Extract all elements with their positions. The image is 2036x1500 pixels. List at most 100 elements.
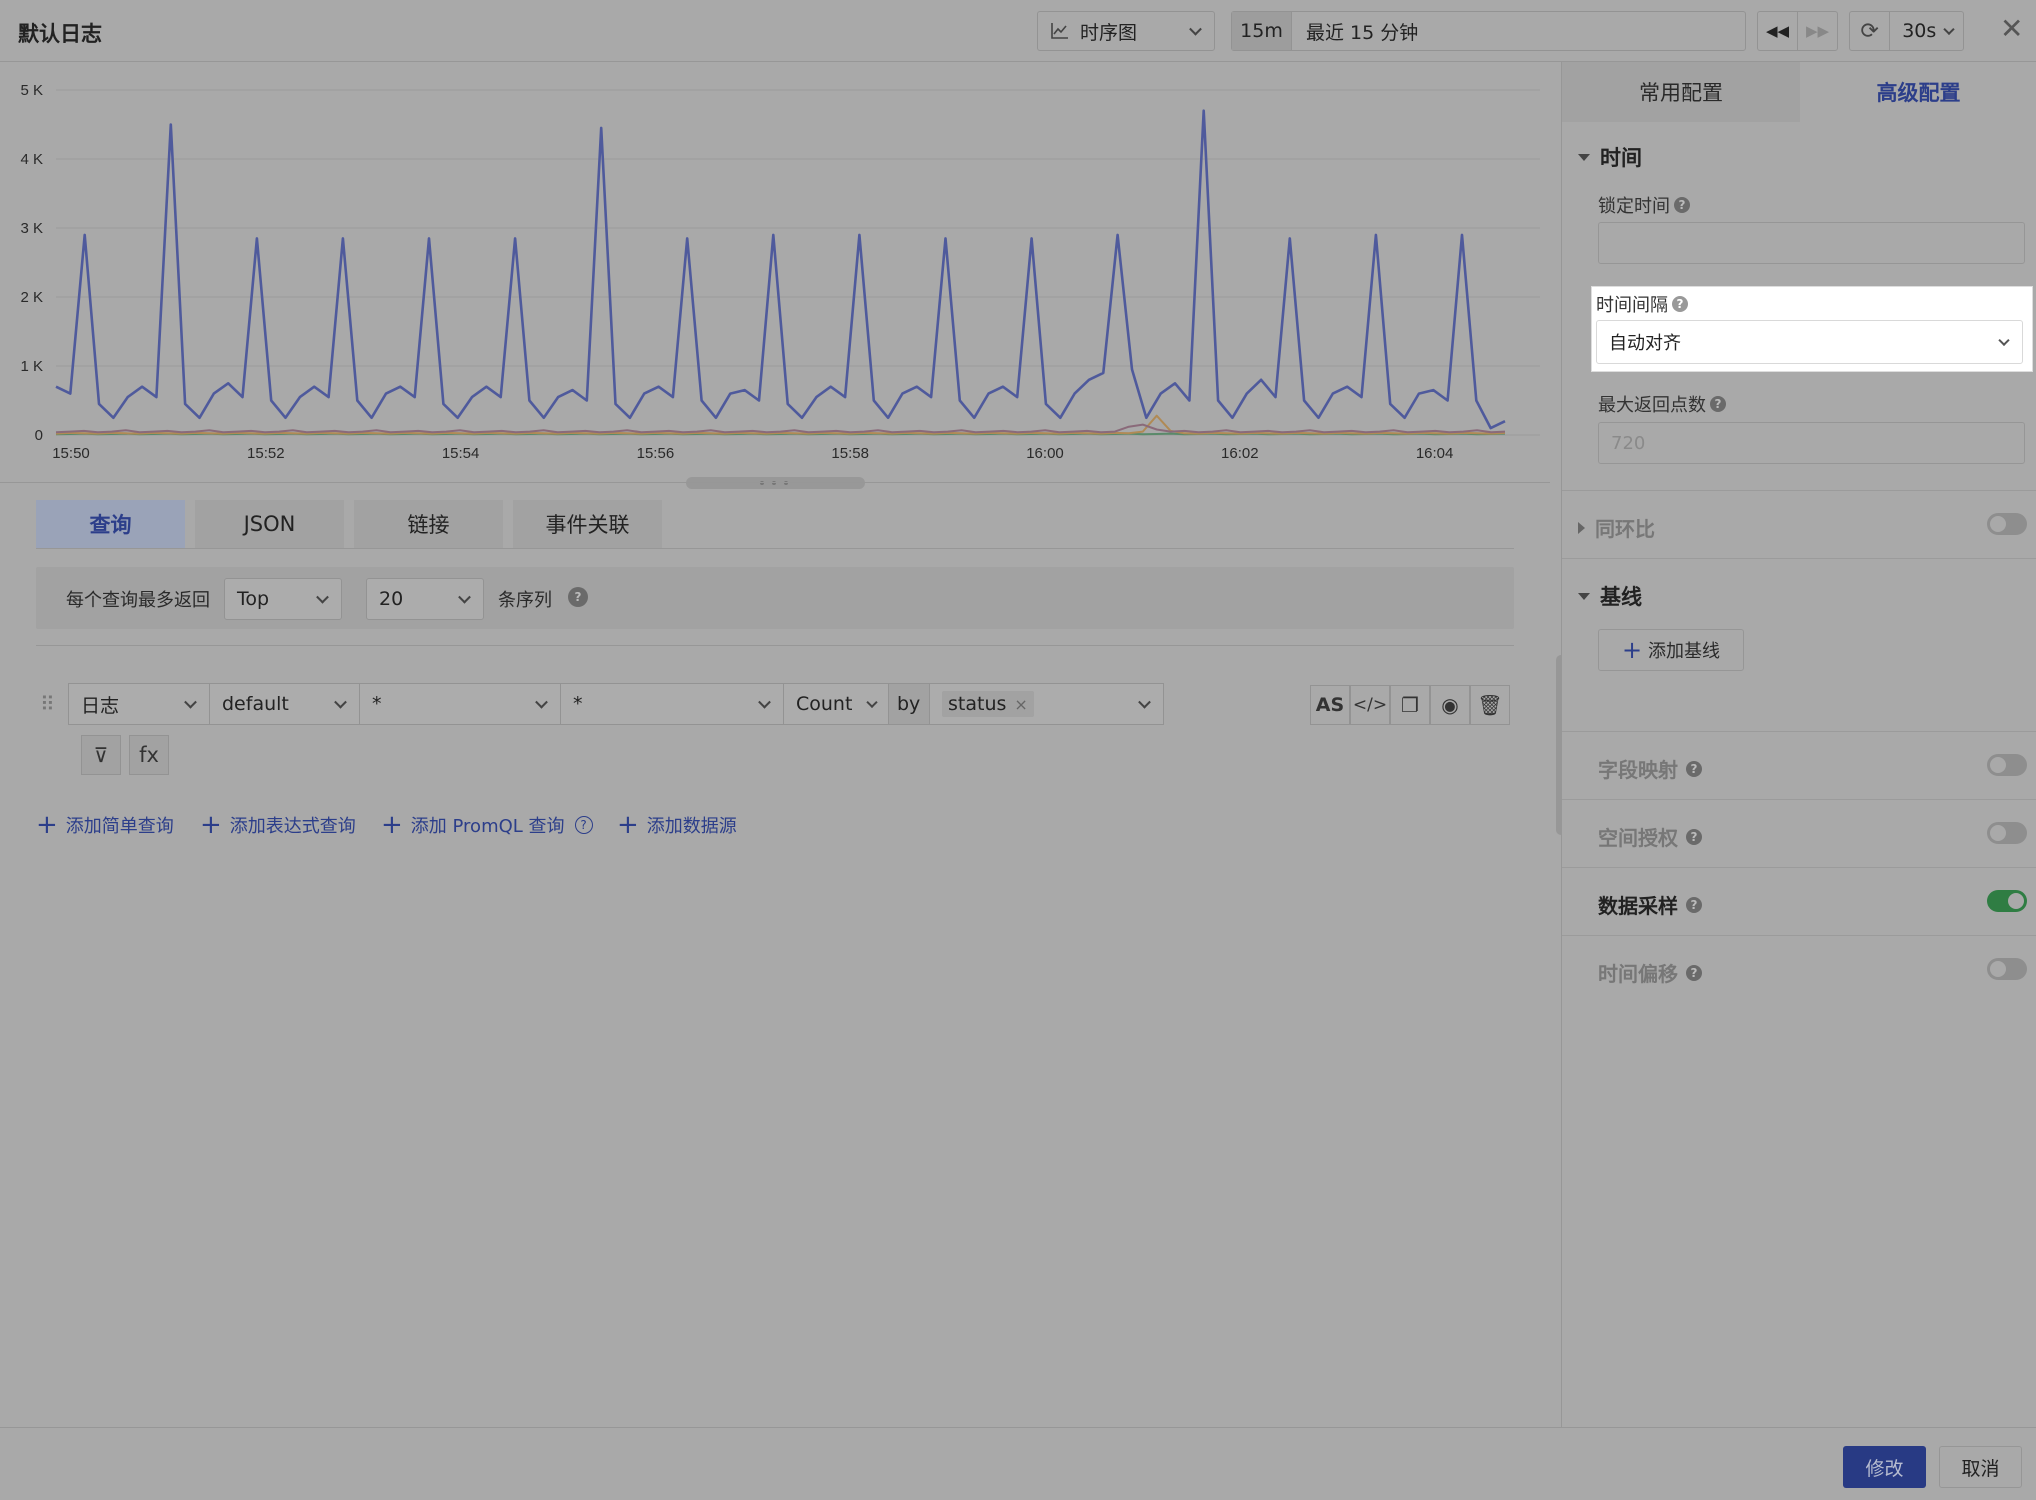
index-value: default xyxy=(222,693,289,715)
series-line xyxy=(55,109,1506,430)
x-tick-label: 16:04 xyxy=(1416,445,1454,462)
eye-icon[interactable]: ◉ xyxy=(1430,685,1470,725)
space-auth-text: 空间授权 xyxy=(1598,826,1678,850)
help-icon[interactable]: ? xyxy=(1686,760,1702,777)
help-icon[interactable]: ? xyxy=(1672,296,1688,312)
x-tick-label: 15:54 xyxy=(442,445,480,462)
help-icon[interactable]: ? xyxy=(568,587,588,607)
x-tick-label: 15:52 xyxy=(247,445,285,462)
code-icon[interactable]: </> xyxy=(1350,685,1390,725)
add-promql-query-link[interactable]: + 添加 PromQL 查询? xyxy=(381,812,593,838)
order-select[interactable]: Top xyxy=(224,578,342,620)
rewind-icon[interactable]: ◀◀ xyxy=(1758,12,1797,50)
help-icon[interactable]: ? xyxy=(1710,396,1726,412)
tab-query[interactable]: 查询 xyxy=(36,500,185,548)
cancel-button[interactable]: 取消 xyxy=(1939,1446,2022,1488)
modal-header: 默认日志 时序图 15m 最近 15 分钟 ◀◀ ▶▶ ⟳ 30s ✕ xyxy=(0,0,2036,62)
function-button[interactable]: fx xyxy=(129,735,169,775)
interval-label: 时间间隔? xyxy=(1596,291,1688,317)
add-datasource-link[interactable]: + 添加数据源 xyxy=(617,812,737,838)
chevron-down-icon xyxy=(866,696,878,709)
field-select[interactable]: * xyxy=(560,683,784,725)
yoy-header[interactable]: 同环比 xyxy=(1578,513,1655,542)
filter-select[interactable]: * xyxy=(359,683,561,725)
tab-advanced-config[interactable]: 高级配置 xyxy=(1800,62,2036,122)
section-field-mapping: 字段映射? xyxy=(1562,731,2036,799)
baseline-title: 基线 xyxy=(1600,585,1642,609)
y-tick-label: 0 xyxy=(35,427,43,444)
timeseries-chart: 5 K 4 K 3 K 2 K 1 K 0 15:50 15:52 15:54 15:56 15:5… xyxy=(0,62,1561,482)
help-icon[interactable]: ? xyxy=(1686,896,1702,913)
interval-select[interactable]: 自动对齐 xyxy=(1596,320,2023,364)
space-auth-toggle[interactable] xyxy=(1987,822,2027,844)
y-tick-label: 1 K xyxy=(20,358,43,375)
tab-json[interactable]: JSON xyxy=(195,500,344,548)
drag-handle-icon[interactable]: ⠿ xyxy=(40,692,55,716)
yoy-toggle[interactable] xyxy=(1987,513,2027,535)
help-icon[interactable]: ? xyxy=(1686,964,1702,981)
tag-remove-icon[interactable]: × xyxy=(1014,695,1027,714)
y-tick-label: 2 K xyxy=(20,289,43,306)
group-by-tag-label: status xyxy=(948,693,1007,715)
caret-right-icon xyxy=(1578,521,1585,534)
fast-forward-icon[interactable]: ▶▶ xyxy=(1798,12,1837,50)
add-simple-query-link[interactable]: + 添加简单查询 xyxy=(36,812,174,838)
data-sampling-toggle[interactable] xyxy=(1987,890,2027,912)
section-time-header[interactable]: 时间 xyxy=(1578,142,1642,172)
refresh-icon[interactable]: ⟳ xyxy=(1850,12,1889,50)
caret-down-icon xyxy=(1578,153,1590,161)
query-limit-suffix: 条序列 xyxy=(498,590,552,611)
field-mapping-toggle[interactable] xyxy=(1987,754,2027,776)
time-offset-toggle[interactable] xyxy=(1987,958,2027,980)
query-limit-prefix: 每个查询最多返回 xyxy=(66,590,210,611)
trash-icon[interactable]: 🗑 xyxy=(1470,685,1510,725)
tab-event-correlation[interactable]: 事件关联 xyxy=(513,500,662,548)
max-points-input[interactable]: 720 xyxy=(1598,422,2025,464)
add-simple-query-label: 添加简单查询 xyxy=(65,816,174,837)
group-by-select[interactable]: status × xyxy=(929,683,1164,725)
time-nav-group: ◀◀ ▶▶ xyxy=(1757,11,1838,51)
filter-icon[interactable]: ⊽ xyxy=(81,735,121,775)
interval-value: 自动对齐 xyxy=(1609,333,1681,354)
query-limit-bar: 每个查询最多返回 Top 20 条序列 ? xyxy=(36,567,1514,629)
tab-common-config[interactable]: 常用配置 xyxy=(1562,62,1800,122)
refresh-interval-select[interactable]: 30s xyxy=(1890,12,1963,50)
interval-label-text: 时间间隔 xyxy=(1596,295,1668,316)
chevron-down-icon xyxy=(1998,334,2010,347)
max-points-text: 最大返回点数 xyxy=(1598,395,1706,416)
help-icon[interactable]: ? xyxy=(574,816,593,834)
chevron-down-icon xyxy=(758,695,771,709)
help-icon[interactable]: ? xyxy=(1674,197,1690,213)
section-baseline: 基线 + 添加基线 xyxy=(1562,558,2036,694)
index-select[interactable]: default xyxy=(209,683,360,725)
tab-link[interactable]: 链接 xyxy=(354,500,503,548)
lock-time-input[interactable] xyxy=(1598,222,2025,264)
count-select[interactable]: 20 xyxy=(366,578,484,620)
chart-type-select[interactable]: 时序图 xyxy=(1037,11,1215,51)
plus-icon: + xyxy=(381,810,403,840)
baseline-header[interactable]: 基线 xyxy=(1578,581,1642,611)
confirm-button[interactable]: 修改 xyxy=(1843,1446,1926,1488)
chevron-down-icon xyxy=(334,695,347,709)
add-expression-query-link[interactable]: + 添加表达式查询 xyxy=(200,812,356,838)
add-baseline-button[interactable]: + 添加基线 xyxy=(1598,629,1744,671)
source-select[interactable]: 日志 xyxy=(68,683,210,725)
copy-icon[interactable]: ❐ xyxy=(1390,685,1430,725)
refresh-interval-label: 30s xyxy=(1902,20,1937,42)
alias-button[interactable]: AS xyxy=(1310,685,1350,725)
group-by-tag[interactable]: status × xyxy=(942,691,1034,717)
chevron-down-icon xyxy=(1138,695,1151,709)
help-icon[interactable]: ? xyxy=(1686,828,1702,845)
time-offset-text: 时间偏移 xyxy=(1598,962,1678,986)
yoy-label: 同环比 xyxy=(1595,517,1655,541)
aggregation-select[interactable]: Count xyxy=(783,683,889,725)
chevron-down-icon xyxy=(1189,22,1202,36)
chart-type-label: 时序图 xyxy=(1080,21,1138,44)
close-icon[interactable]: ✕ xyxy=(2000,14,2023,44)
time-range-label: 最近 15 分钟 xyxy=(1306,21,1419,44)
section-space-auth: 空间授权? xyxy=(1562,799,2036,867)
chevron-down-icon xyxy=(1943,23,1955,36)
time-range-picker[interactable]: 15m 最近 15 分钟 xyxy=(1231,11,1746,51)
config-panel: 常用配置 高级配置 时间 锁定时间? 最大返回点数? 720 同环比 基线 + 添… xyxy=(1561,62,2036,1427)
chart-resize-handle[interactable] xyxy=(686,477,865,489)
